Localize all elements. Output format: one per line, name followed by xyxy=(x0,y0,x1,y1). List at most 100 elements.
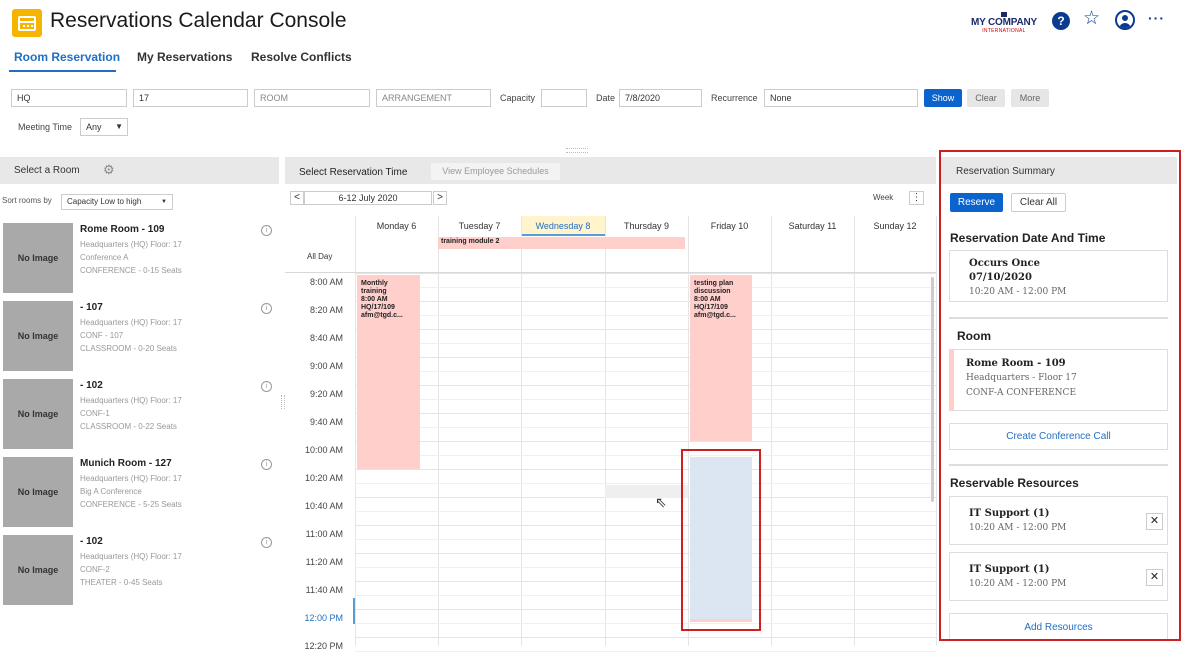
room-location: Headquarters (HQ) Floor: 17 xyxy=(80,474,182,483)
info-icon[interactable]: i xyxy=(261,459,272,470)
meeting-time-label: Meeting Time xyxy=(18,122,73,132)
info-icon[interactable]: i xyxy=(261,303,272,314)
room-card[interactable]: No Image Rome Room - 109 Headquarters (H… xyxy=(0,220,279,293)
favorites-star-icon[interactable]: ☆ xyxy=(1083,9,1101,28)
arrangement-input[interactable]: ARRANGEMENT xyxy=(376,89,491,107)
sort-value: Capacity Low to high xyxy=(67,197,142,206)
reservation-time: 10:20 AM - 12:00 PM xyxy=(969,287,1067,297)
time-label: 11:40 AM xyxy=(305,585,343,595)
prev-week-button[interactable]: < xyxy=(290,191,304,205)
resource-card: IT Support (1) 10:20 AM - 12:00 PM ✕ xyxy=(949,552,1168,601)
info-icon[interactable]: i xyxy=(261,225,272,236)
clear-button[interactable]: Clear xyxy=(967,89,1005,107)
resource-card: IT Support (1) 10:20 AM - 12:00 PM ✕ xyxy=(949,496,1168,545)
room-image-placeholder: No Image xyxy=(3,223,73,293)
info-icon[interactable]: i xyxy=(261,381,272,392)
page-title: Reservations Calendar Console xyxy=(50,9,347,32)
resize-handle[interactable] xyxy=(566,148,588,153)
event-line: discussion xyxy=(694,288,731,295)
room-location: Headquarters (HQ) Floor: 17 xyxy=(80,396,182,405)
date-range-label: 6-12 July 2020 xyxy=(304,191,432,205)
all-day-label: All Day xyxy=(307,252,333,261)
calendar-options-kebab-icon[interactable]: ⋮ xyxy=(909,191,924,205)
info-icon[interactable]: i xyxy=(261,537,272,548)
show-button[interactable]: Show xyxy=(924,89,962,107)
event-testing-plan[interactable]: testing plan discussion 8:00 AM HQ/17/10… xyxy=(690,275,752,441)
floor-input[interactable]: 17 xyxy=(133,89,248,107)
half-row-line xyxy=(355,315,936,316)
user-avatar-icon[interactable] xyxy=(1115,10,1135,30)
summary-header: Reservation Summary xyxy=(941,157,1177,184)
half-row-line xyxy=(355,427,936,428)
room-card[interactable]: No Image - 102 Headquarters (HQ) Floor: … xyxy=(0,376,279,449)
half-row-line xyxy=(355,287,936,288)
event-line: training xyxy=(361,288,387,295)
room-code: CONF-1 xyxy=(80,409,110,418)
half-row-line xyxy=(355,399,936,400)
meeting-time-select[interactable]: Any ▼ xyxy=(80,118,128,136)
resource-time: 10:20 AM - 12:00 PM xyxy=(969,579,1067,589)
event-line: 8:00 AM xyxy=(361,296,388,303)
sort-label: Sort rooms by xyxy=(2,196,52,205)
calendar-scrollbar[interactable] xyxy=(931,277,934,502)
time-label: 11:00 AM xyxy=(305,529,343,539)
half-row-line xyxy=(355,511,936,512)
room-input[interactable]: ROOM xyxy=(254,89,370,107)
room-code: CONF - 107 xyxy=(80,331,124,340)
remove-resource-close-icon[interactable]: ✕ xyxy=(1146,569,1163,586)
event-line: 8:00 AM xyxy=(694,296,721,303)
room-card[interactable]: No Image Munich Room - 127 Headquarters … xyxy=(0,454,279,527)
sort-select[interactable]: Capacity Low to high ▼ xyxy=(61,194,173,210)
time-label: 9:40 AM xyxy=(309,417,343,427)
site-input[interactable]: HQ xyxy=(11,89,127,107)
time-label: 9:20 AM xyxy=(309,389,343,399)
divider xyxy=(949,317,1168,319)
room-card[interactable]: No Image - 107 Headquarters (HQ) Floor: … xyxy=(0,298,279,371)
half-row-line xyxy=(355,539,936,540)
event-monthly-training[interactable]: Monthly training 8:00 AM HQ/17/109 afm@t… xyxy=(357,275,420,469)
mouse-cursor-icon: ⇖ xyxy=(655,494,667,510)
day-header-saturday: Saturday 11 xyxy=(788,221,837,231)
room-code: Conference A xyxy=(80,253,129,262)
room-image-placeholder: No Image xyxy=(3,301,73,371)
gear-icon[interactable]: ⚙ xyxy=(103,162,115,178)
room-card[interactable]: No Image - 102 Headquarters (HQ) Floor: … xyxy=(0,532,279,605)
help-icon[interactable]: ? xyxy=(1052,12,1070,30)
room-panel-title: Select a Room xyxy=(14,165,80,176)
time-label: 11:20 AM xyxy=(305,557,343,567)
half-row-line xyxy=(355,371,936,372)
capacity-input[interactable] xyxy=(541,89,587,107)
time-row-line xyxy=(355,441,936,442)
view-employee-schedules-button[interactable]: View Employee Schedules xyxy=(431,163,560,180)
tab-room-reservation[interactable]: Room Reservation xyxy=(14,50,120,64)
more-menu-icon[interactable]: ··· xyxy=(1148,10,1165,26)
more-button[interactable]: More xyxy=(1011,89,1049,107)
create-conference-call-button[interactable]: Create Conference Call xyxy=(949,423,1168,450)
date-input[interactable]: 7/8/2020 xyxy=(619,89,702,107)
add-resources-button[interactable]: Add Resources xyxy=(949,613,1168,639)
clear-all-button[interactable]: Clear All xyxy=(1011,193,1066,212)
tab-my-reservations[interactable]: My Reservations xyxy=(137,50,232,64)
reserve-button[interactable]: Reserve xyxy=(950,193,1003,212)
allday-event[interactable]: training module 2 xyxy=(438,237,685,249)
tab-resolve-conflicts[interactable]: Resolve Conflicts xyxy=(251,50,352,64)
room-name: Munich Room - 127 xyxy=(80,458,172,469)
half-row-line xyxy=(355,455,936,456)
event-line: HQ/17/109 xyxy=(361,304,395,311)
next-week-button[interactable]: > xyxy=(433,191,447,205)
time-row-line xyxy=(355,413,936,414)
summary-title: Reservation Summary xyxy=(956,166,1055,177)
recurrence-input[interactable]: None xyxy=(764,89,918,107)
current-time-indicator xyxy=(353,598,355,624)
date-time-card: Occurs Once 07/10/2020 10:20 AM - 12:00 … xyxy=(949,250,1168,302)
event-line: HQ/17/109 xyxy=(694,304,728,311)
view-mode-label[interactable]: Week xyxy=(873,191,893,205)
room-name: Rome Room - 109 xyxy=(80,224,165,235)
time-label: 9:00 AM xyxy=(309,361,343,371)
day-header-monday: Monday 6 xyxy=(376,221,417,231)
room-location: Headquarters (HQ) Floor: 17 xyxy=(80,318,182,327)
room-image-placeholder: No Image xyxy=(3,379,73,449)
calendar-title: Select Reservation Time xyxy=(299,167,408,178)
day-header-tuesday: Tuesday 7 xyxy=(458,221,501,231)
remove-resource-close-icon[interactable]: ✕ xyxy=(1146,513,1163,530)
